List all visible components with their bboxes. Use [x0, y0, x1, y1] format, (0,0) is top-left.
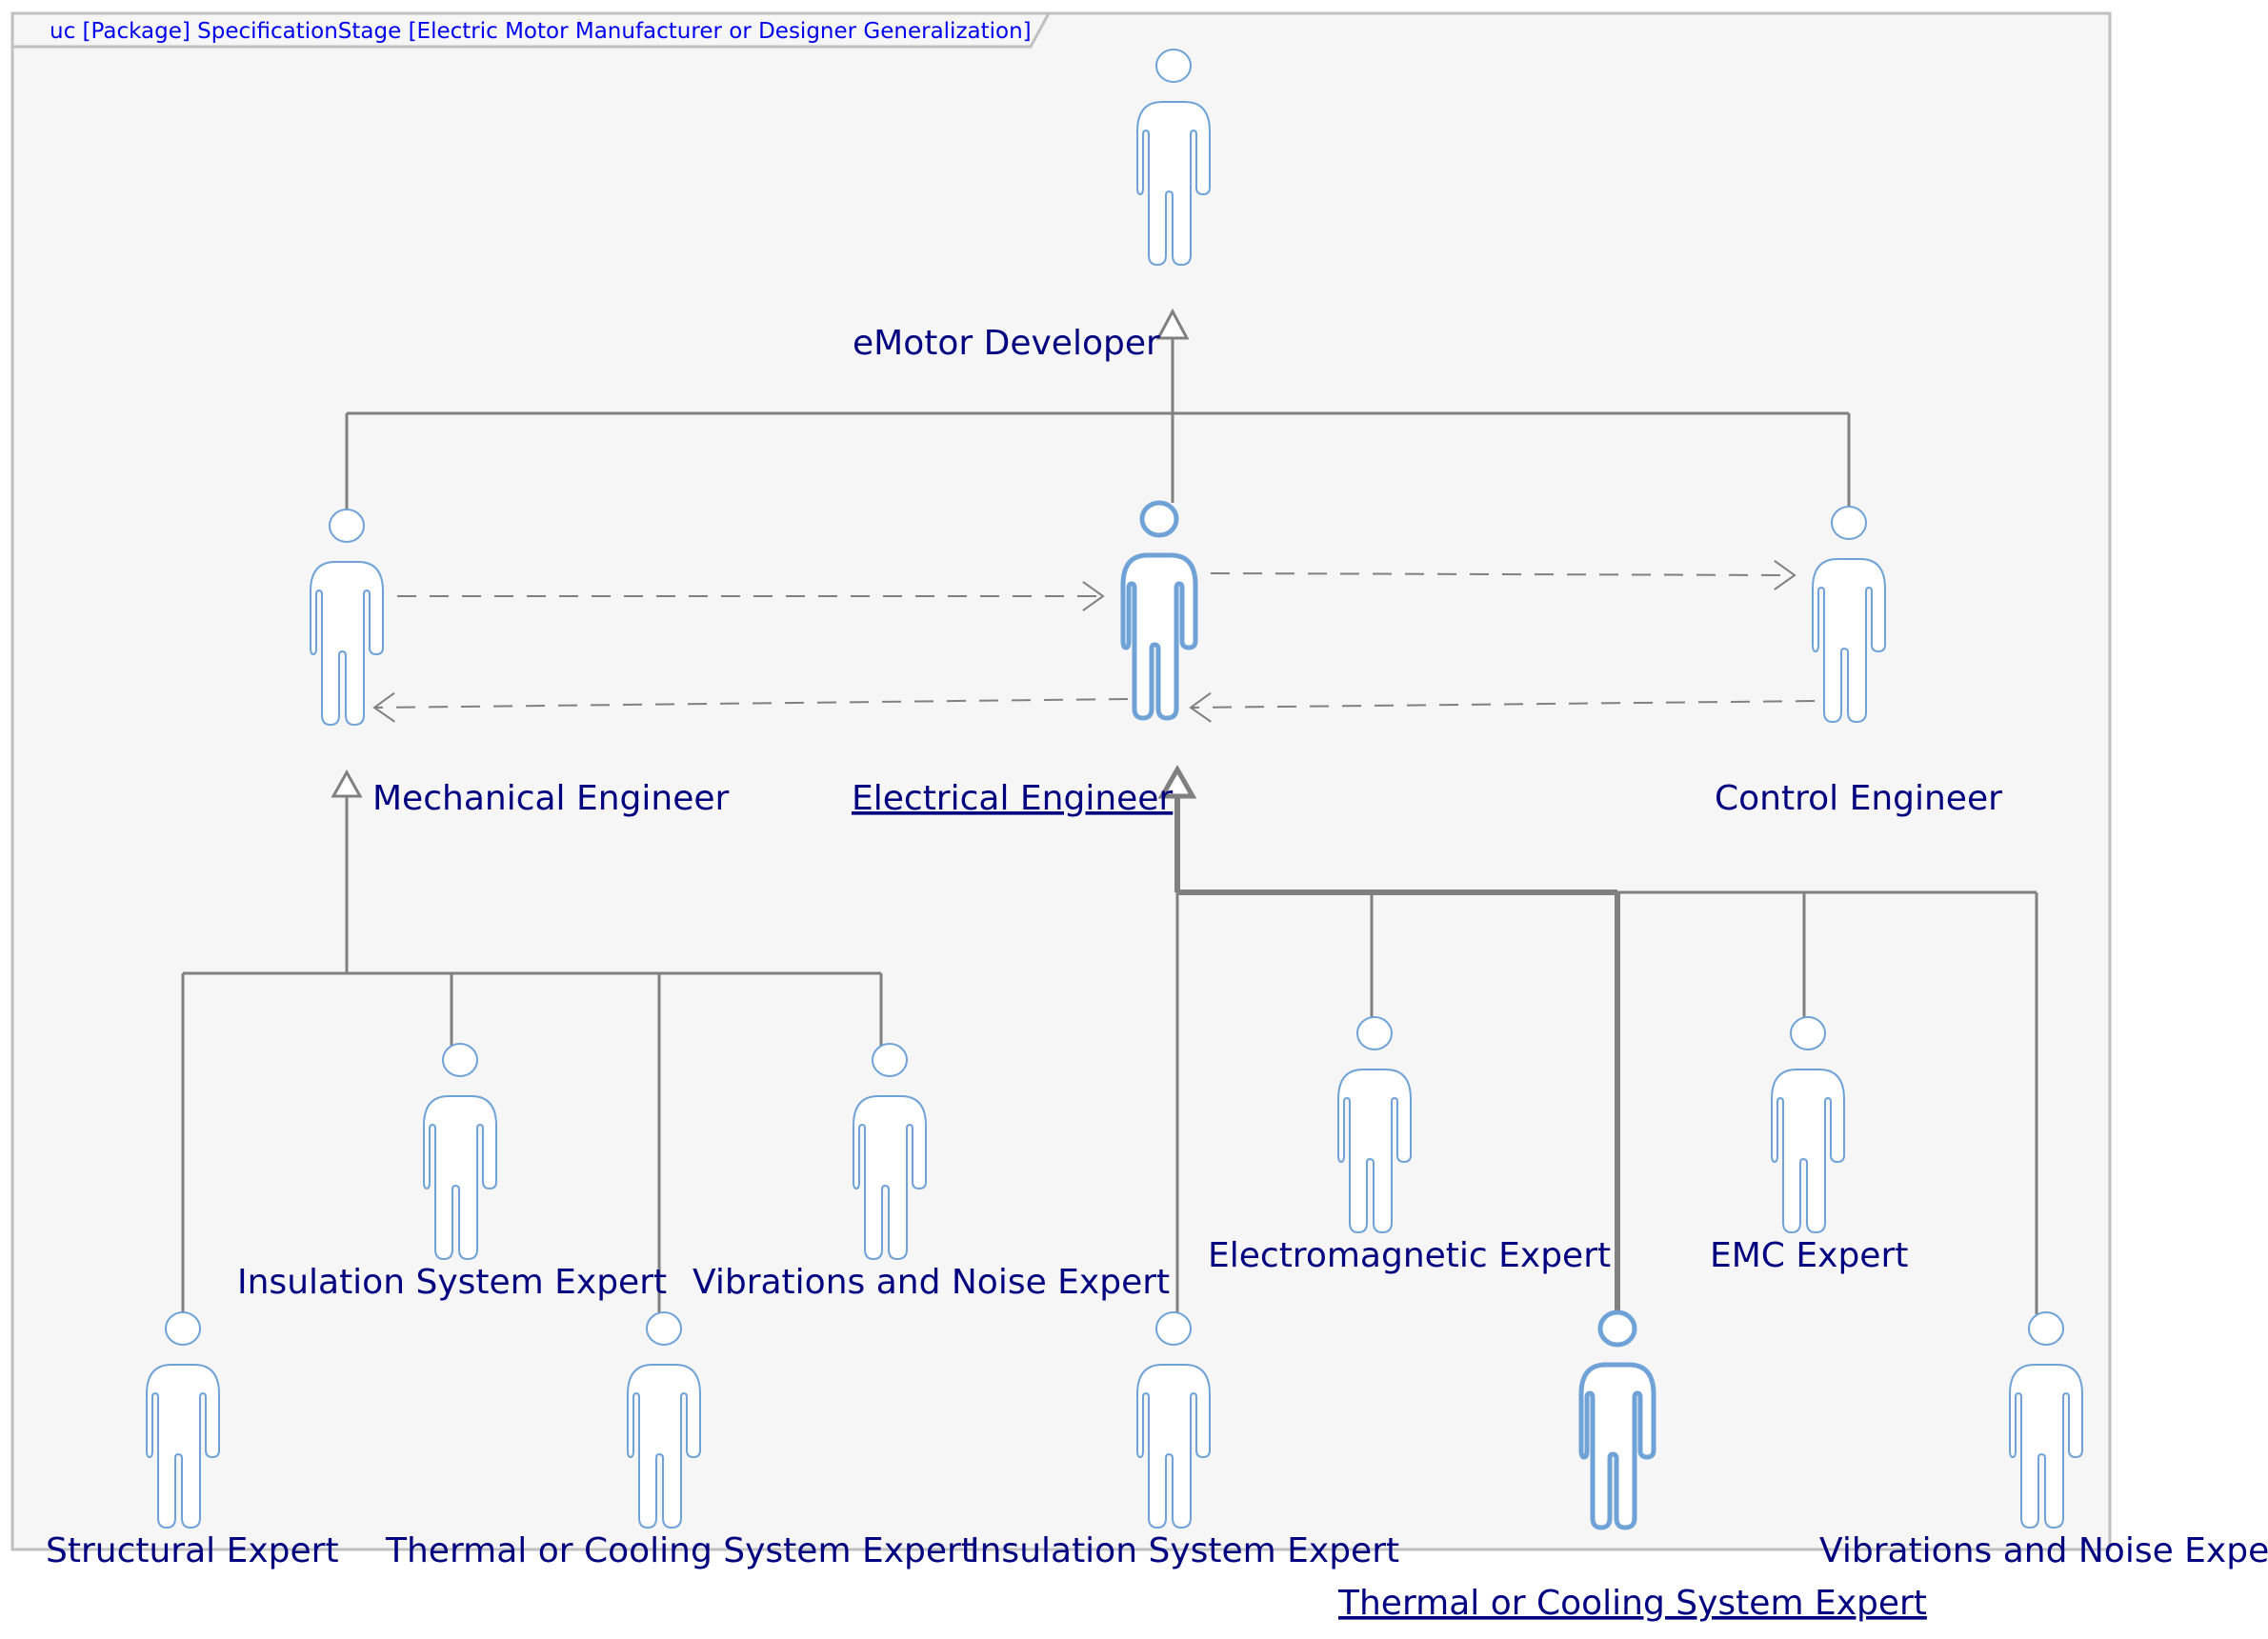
- actor-head-icon: [165, 1311, 201, 1346]
- actor-head-icon: [1139, 500, 1179, 538]
- actor-label: Mechanical Engineer: [372, 779, 730, 818]
- actor-label: Insulation System Expert: [970, 1531, 1399, 1570]
- actor-head-icon: [646, 1311, 682, 1346]
- actor-label: Vibrations and Noise Expert: [1819, 1531, 2268, 1570]
- actor-label: Thermal or Cooling System Expert: [1337, 1584, 1927, 1623]
- actor-head-icon: [1597, 1309, 1637, 1348]
- actor-label: Electrical Engineer: [852, 779, 1173, 818]
- actor-head-icon: [872, 1043, 908, 1077]
- actor-label: Insulation System Expert: [237, 1263, 667, 1302]
- actor-head-icon: [1831, 506, 1867, 540]
- actor-head-icon: [442, 1043, 478, 1077]
- actor-label: Structural Expert: [46, 1531, 339, 1570]
- actor-head-icon: [2028, 1311, 2064, 1346]
- actor-label: EMC Expert: [1710, 1236, 1908, 1275]
- diagram-title: uc [Package] SpecificationStage [Electri…: [50, 19, 1032, 44]
- actor-head-icon: [1155, 1311, 1192, 1346]
- actor-head-icon: [329, 509, 365, 543]
- actor-label: Electromagnetic Expert: [1208, 1236, 1611, 1275]
- actor-label: eMotor Developer: [853, 324, 1160, 363]
- actor-head-icon: [1790, 1016, 1826, 1050]
- use-case-diagram: uc [Package] SpecificationStage [Electri…: [10, 11, 2268, 1623]
- actor-head-icon: [1356, 1016, 1393, 1050]
- actor-head-icon: [1155, 49, 1192, 83]
- actor-label: Thermal or Cooling System Expert: [385, 1531, 974, 1570]
- actor-label: Control Engineer: [1715, 779, 2002, 818]
- actor-label: Vibrations and Noise Expert: [692, 1263, 1170, 1302]
